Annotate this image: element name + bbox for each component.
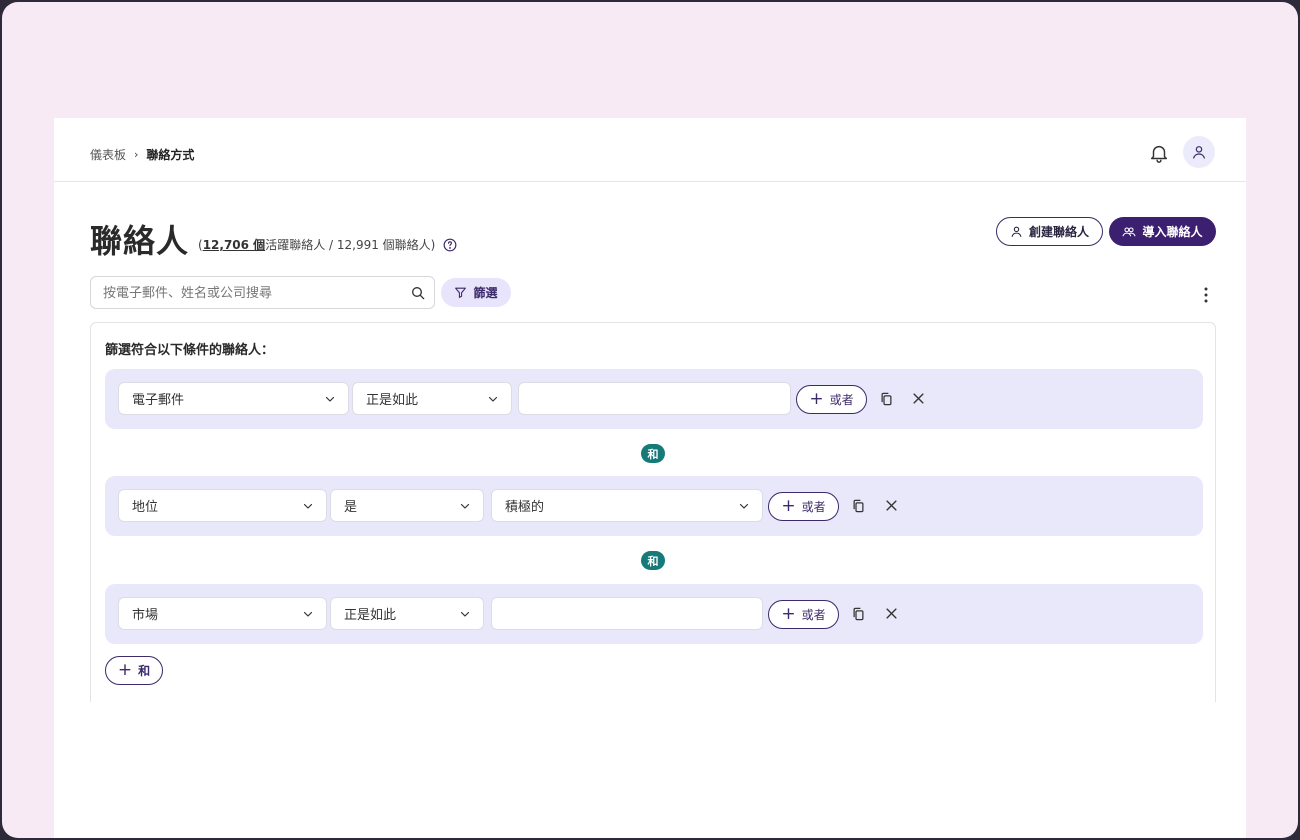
filter-button[interactable]: 篩選 [441,278,511,307]
more-options-icon[interactable] [1199,286,1213,304]
chevron-down-icon [488,396,498,402]
condition-row: 地位 是 積極的 + 或者 [105,476,1203,536]
chevron-down-icon [460,611,470,617]
value-input[interactable] [519,383,790,414]
operator-select-value: 正是如此 [344,608,397,623]
field-select-value: 電子郵件 [132,393,185,408]
add-and-label: 和 [138,664,151,678]
value-field [491,597,763,630]
chevron-down-icon [325,396,335,402]
search-icon[interactable] [410,285,426,301]
create-contact-label: 創建聯絡人 [1028,225,1089,239]
chevron-down-icon [303,611,313,617]
value-input[interactable] [492,598,762,629]
field-select[interactable]: 地位 [118,489,327,522]
main-card: 儀表板 › 聯絡方式 聯絡人 ( 12,706 個 活躍聯絡人 / 12,991… [54,118,1246,838]
chevron-down-icon [303,503,313,509]
funnel-icon [455,287,467,298]
or-label: 或者 [801,608,826,622]
or-label: 或者 [801,500,826,514]
condition-row: 電子郵件 正是如此 + 或者 [105,369,1203,429]
add-or-button[interactable]: + 或者 [796,385,867,414]
breadcrumb: 儀表板 › 聯絡方式 [90,146,194,163]
or-label: 或者 [829,393,854,407]
plus-icon: + [117,660,133,680]
operator-select[interactable]: 正是如此 [352,382,512,415]
add-or-button[interactable]: + 或者 [768,600,839,629]
filter-heading: 篩選符合以下條件的聯絡人： [105,343,275,358]
notification-bell-icon[interactable] [1148,142,1170,164]
field-select-value: 市場 [132,608,159,623]
copy-icon[interactable] [879,391,894,407]
help-icon[interactable] [443,238,457,252]
top-bar: 儀表板 › 聯絡方式 [54,118,1246,182]
user-icon [1011,226,1022,237]
operator-select-value: 正是如此 [366,393,419,408]
add-and-button[interactable]: + 和 [105,656,163,685]
close-icon[interactable] [911,391,926,406]
operator-select[interactable]: 是 [330,489,484,522]
users-icon [1123,227,1136,237]
value-field [518,382,791,415]
copy-icon[interactable] [851,606,866,622]
breadcrumb-dashboard[interactable]: 儀表板 [90,146,126,163]
page-title: 聯絡人 [90,222,190,260]
value-select-value: 積極的 [505,500,545,515]
user-icon [1193,146,1205,159]
counts-label: 活躍聯絡人 / 12,991 個聯絡人 [265,238,431,252]
field-select-value: 地位 [132,500,159,515]
close-icon[interactable] [884,606,899,621]
copy-icon[interactable] [851,498,866,514]
contact-counts: ( 12,706 個 活躍聯絡人 / 12,991 個聯絡人 ) [198,236,457,253]
close-icon[interactable] [884,498,899,513]
create-contact-button[interactable]: 創建聯絡人 [996,217,1103,246]
chevron-down-icon [739,503,749,509]
counts-close-paren: ) [430,237,436,252]
active-contacts-link[interactable]: 12,706 個 [203,236,266,253]
user-avatar[interactable] [1183,136,1215,168]
operator-select[interactable]: 正是如此 [330,597,484,630]
condition-row: 市場 正是如此 + 或者 [105,584,1203,644]
chevron-down-icon [460,503,470,509]
field-select[interactable]: 電子郵件 [118,382,349,415]
plus-icon: + [781,496,796,516]
plus-icon: + [809,389,824,409]
app-frame: 儀表板 › 聯絡方式 聯絡人 ( 12,706 個 活躍聯絡人 / 12,991… [2,2,1298,838]
operator-select-value: 是 [344,500,358,515]
value-select[interactable]: 積極的 [491,489,763,522]
plus-icon: + [781,604,796,624]
and-badge: 和 [641,444,665,463]
breadcrumb-contacts: 聯絡方式 [146,148,195,162]
import-contacts-label: 導入聯絡人 [1142,225,1203,239]
search-box [90,276,435,309]
search-input[interactable] [103,284,403,302]
and-badge: 和 [641,551,665,570]
field-select[interactable]: 市場 [118,597,327,630]
filter-panel: 篩選符合以下條件的聯絡人： 電子郵件 正是如此 + 或者 和 地位 是 積極的 … [90,322,1216,702]
breadcrumb-separator: › [134,148,139,161]
import-contacts-button[interactable]: 導入聯絡人 [1109,217,1216,246]
add-or-button[interactable]: + 或者 [768,492,839,521]
filter-button-label: 篩選 [473,286,498,300]
